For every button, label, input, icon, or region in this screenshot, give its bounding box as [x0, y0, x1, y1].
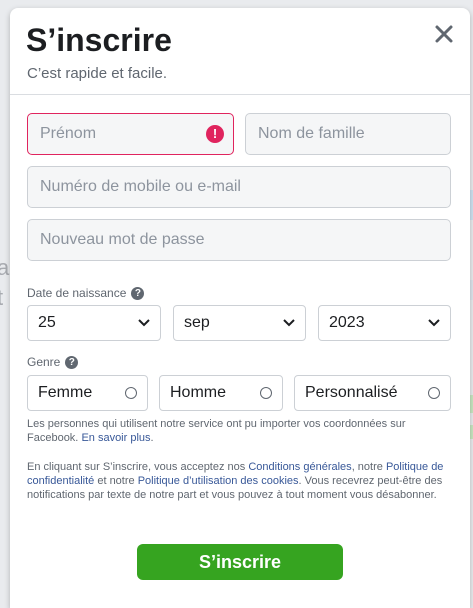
gender-option-label: Personnalisé — [305, 384, 398, 401]
birthday-month-value: sep — [184, 314, 210, 331]
radio-button[interactable] — [428, 387, 440, 399]
help-icon[interactable]: ? — [131, 286, 145, 300]
terms-link[interactable]: Conditions générales — [248, 461, 351, 473]
birthday-year-value: 2023 — [329, 314, 365, 331]
close-icon — [435, 25, 453, 43]
terms-text-mid: et notre — [94, 475, 138, 487]
gender-option-personnalise[interactable]: Personnalisé — [294, 375, 451, 411]
gender-option-label: Homme — [170, 384, 227, 401]
gender-label: Genre ? — [27, 355, 79, 369]
last-name-input[interactable] — [245, 113, 451, 155]
radio-button[interactable] — [260, 387, 272, 399]
terms-notice: En cliquant sur S’inscrire, vous accepte… — [27, 460, 451, 502]
dialog-subtitle: C’est rapide et facile. — [27, 65, 168, 82]
cookies-policy-link[interactable]: Politique d’utilisation des cookies — [138, 475, 299, 487]
notice-period: . — [150, 432, 154, 444]
gender-label-text: Genre — [27, 355, 61, 369]
signup-button[interactable]: S’inscrire — [137, 544, 343, 580]
close-button[interactable] — [432, 22, 456, 46]
terms-text-mid: , notre — [351, 461, 386, 473]
signup-dialog: S’inscrire C’est rapide et facile. ! Dat… — [10, 8, 470, 608]
chevron-down-icon — [428, 319, 440, 327]
birthday-day-select[interactable]: 25 — [27, 305, 161, 341]
background-text-fragment: a — [0, 255, 10, 280]
background-text-fragment: t — [0, 285, 4, 310]
birthday-year-select[interactable]: 2023 — [318, 305, 451, 341]
birthday-label-text: Date de naissance — [27, 286, 127, 300]
chevron-down-icon — [138, 319, 150, 327]
birthday-day-value: 25 — [38, 314, 56, 331]
dialog-header: S’inscrire C’est rapide et facile. — [10, 8, 470, 95]
gender-option-label: Femme — [38, 384, 93, 401]
gender-option-femme[interactable]: Femme — [27, 375, 148, 411]
dialog-title: S’inscrire — [26, 22, 172, 58]
birthday-label: Date de naissance ? — [27, 286, 145, 300]
new-password-input[interactable] — [27, 219, 451, 261]
chevron-down-icon — [283, 319, 295, 327]
radio-button[interactable] — [125, 387, 137, 399]
learn-more-link[interactable]: En savoir plus — [81, 432, 150, 444]
help-icon[interactable]: ? — [65, 355, 79, 369]
first-name-input[interactable] — [27, 113, 234, 155]
terms-text-prefix: En cliquant sur S’inscrire, vous accepte… — [27, 461, 249, 473]
error-icon: ! — [206, 125, 224, 143]
gender-option-homme[interactable]: Homme — [159, 375, 283, 411]
contact-import-notice: Les personnes qui utilisent notre servic… — [27, 417, 451, 445]
birthday-month-select[interactable]: sep — [173, 305, 306, 341]
mobile-or-email-input[interactable] — [27, 166, 451, 208]
